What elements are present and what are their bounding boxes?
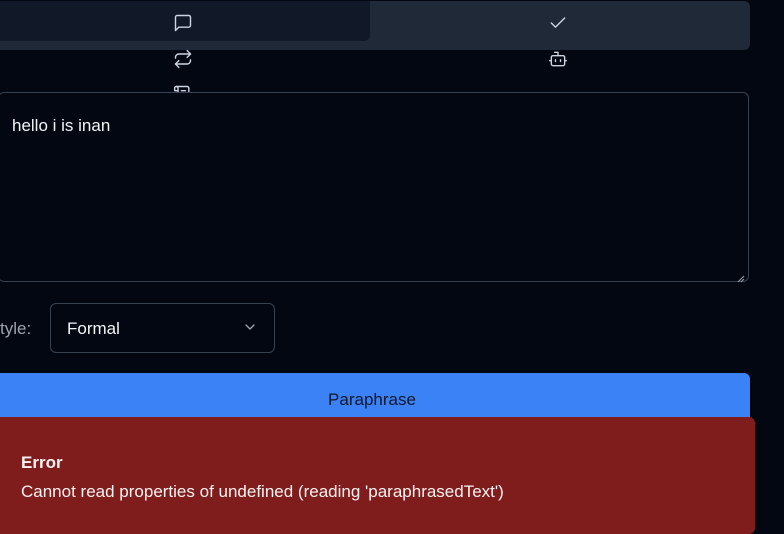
error-alert: Error Cannot read properties of undefine… [0, 417, 755, 534]
check-icon[interactable] [548, 13, 568, 33]
message-square-icon[interactable] [173, 13, 193, 33]
error-message: Cannot read properties of undefined (rea… [21, 482, 504, 501]
style-select-value: Formal [67, 319, 120, 338]
resize-handle-icon[interactable] [737, 270, 745, 283]
text-input[interactable]: hello i is inan [0, 92, 749, 283]
chevron-down-icon [242, 319, 258, 335]
style-select[interactable]: Formal [50, 303, 275, 353]
repeat-icon[interactable] [173, 49, 193, 69]
error-title: Error [21, 453, 63, 472]
style-label: tyle: [0, 319, 32, 338]
bot-icon[interactable] [548, 49, 568, 69]
paraphrase-button[interactable]: Paraphrase [0, 373, 750, 423]
text-input-value[interactable]: hello i is inan [12, 116, 110, 136]
